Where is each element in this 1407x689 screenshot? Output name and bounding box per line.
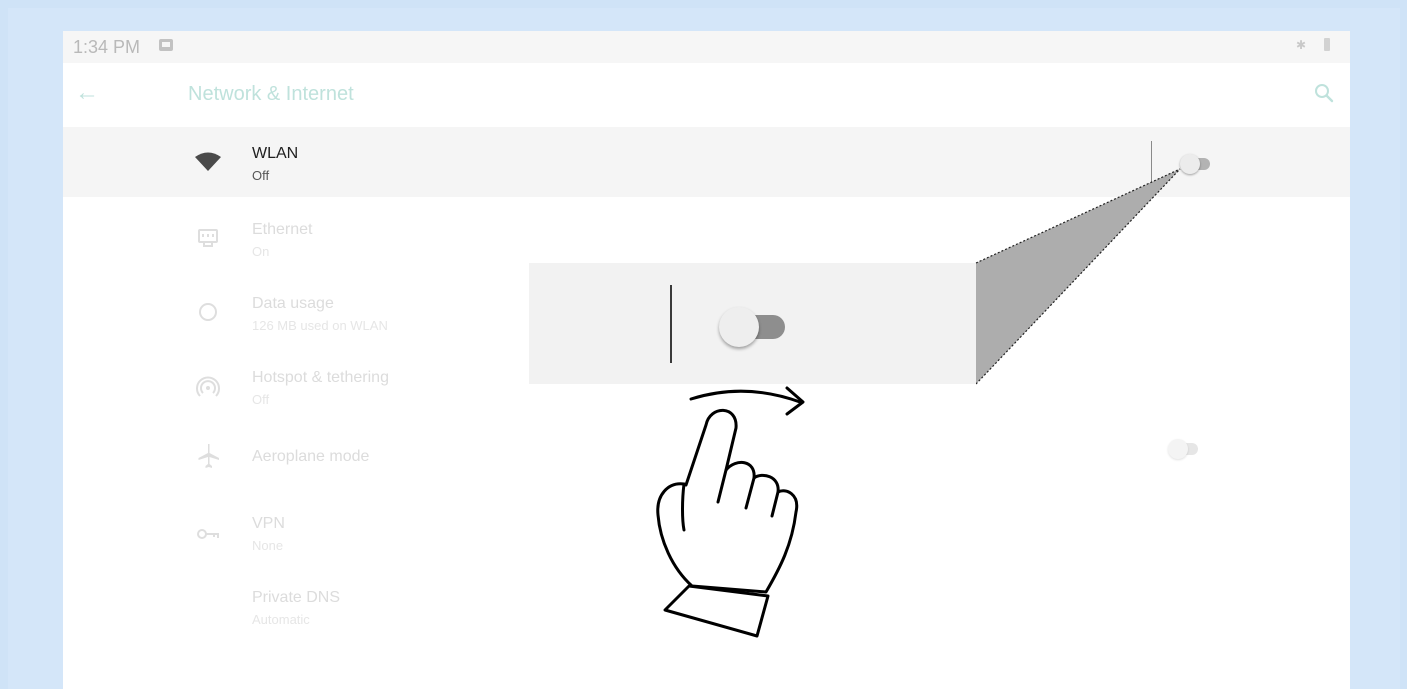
curved-arrow-right-icon (689, 386, 805, 416)
gesture-overlay (656, 386, 805, 638)
swipe-right-hand-icon (656, 408, 799, 638)
